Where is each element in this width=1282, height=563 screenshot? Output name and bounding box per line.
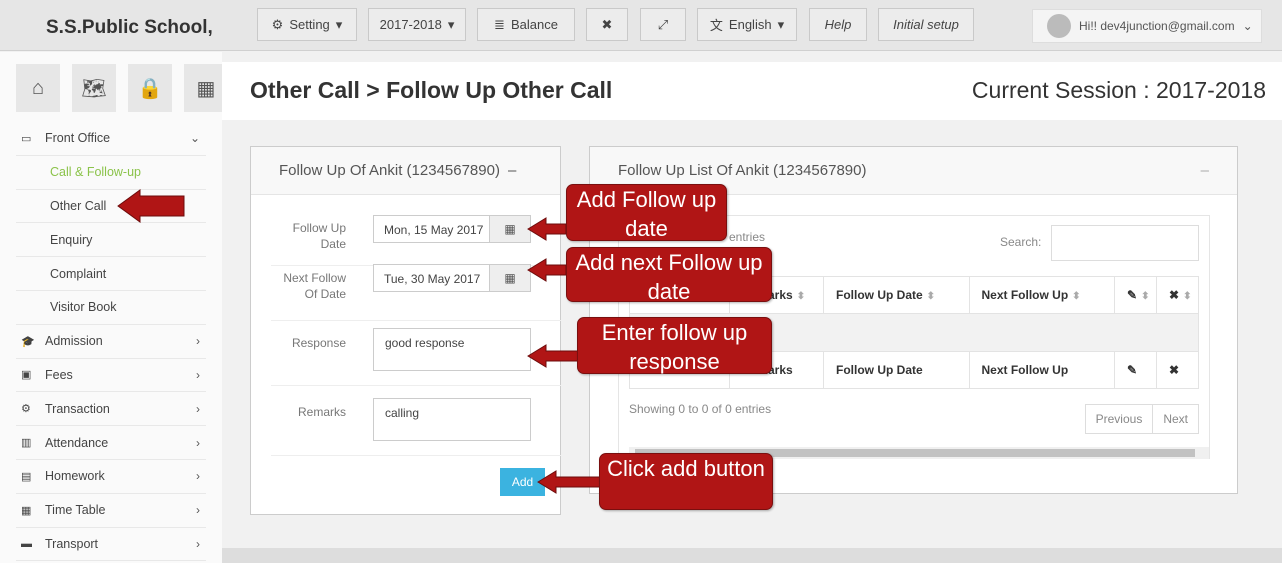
callout-add-button: Click add button [599,453,773,510]
callout-follow-up-date: Add Follow up date [566,184,727,241]
arrow-other-call [117,189,185,223]
callout-response: Enter follow up response [577,317,772,374]
callout-next-follow-up-date: Add next Follow up date [566,247,772,304]
